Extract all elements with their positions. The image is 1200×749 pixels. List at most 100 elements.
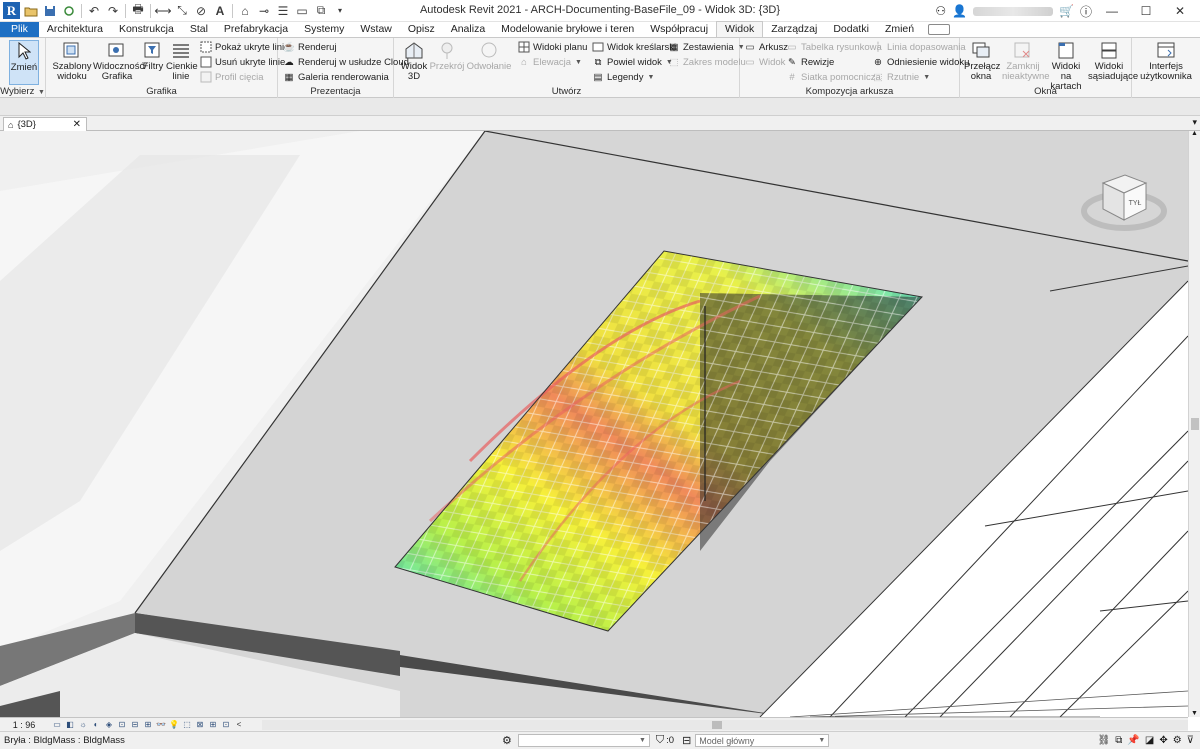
remove-hidden-lines-button[interactable]: Usuń ukryte linie	[200, 55, 285, 69]
crop-view-icon[interactable]: ⊡	[117, 720, 127, 730]
tab-opisz[interactable]: Opisz	[400, 22, 443, 37]
analytical-model-icon[interactable]: ⊠	[195, 720, 205, 730]
tab-stal[interactable]: Stal	[182, 22, 216, 37]
horizontal-scrollbar[interactable]	[262, 720, 1188, 730]
select-by-face-icon[interactable]: ◪	[1145, 735, 1154, 746]
duplicate-view-button[interactable]: ⧉ Powiel widok ▼	[592, 55, 673, 69]
tab-dodatki[interactable]: Dodatki	[825, 22, 877, 37]
thin-lines-icon[interactable]: ☰	[275, 3, 291, 19]
legends-button[interactable]: ▤ Legendy ▼	[592, 70, 655, 84]
show-hidden-lines-button[interactable]: Pokaż ukryte linie	[200, 40, 289, 54]
print-icon[interactable]: 🖶	[130, 2, 146, 19]
schedules-button[interactable]: ▦ Zestawienia ▼	[668, 40, 745, 54]
tab-modelowanie[interactable]: Modelowanie bryłowe i teren	[493, 22, 642, 37]
horizontal-scroll-thumb[interactable]	[712, 721, 722, 729]
select-links-icon[interactable]: ⛓	[1098, 735, 1111, 746]
user-interface-button[interactable]: Interfejs użytkownika	[1136, 40, 1196, 82]
worksets-icon[interactable]: ⚙	[502, 734, 512, 747]
elevation-button[interactable]: ⌂ Elewacja ▼	[518, 55, 582, 69]
modify-button[interactable]: Zmień	[9, 40, 39, 85]
maximize-button[interactable]: ☐	[1132, 0, 1160, 22]
render-button[interactable]: ☕ Renderuj	[283, 40, 336, 54]
reveal-constraints-icon[interactable]: ⊡	[221, 720, 231, 730]
close-hidden-icon[interactable]: ▭	[294, 3, 310, 19]
background-processes-icon[interactable]: ⚙	[1173, 735, 1182, 746]
tab-analiza[interactable]: Analiza	[443, 22, 493, 37]
binoculars-icon[interactable]: ⚇	[935, 4, 946, 18]
view-tab-3d[interactable]: ⌂ {3D} ✕	[3, 117, 87, 131]
panel-title-select[interactable]: Wybierz ▼	[0, 86, 45, 98]
scroll-up-icon[interactable]: ▲	[1191, 130, 1198, 137]
scroll-left-icon[interactable]: <	[234, 720, 244, 730]
vertical-scrollbar[interactable]: ▲ ▼	[1188, 130, 1200, 717]
ribbon-minimize-toggle-icon[interactable]	[928, 24, 951, 35]
dimension-icon[interactable]: ⤡	[174, 3, 190, 19]
worksharing-icon[interactable]: ⬚	[182, 720, 192, 730]
rendering-icon[interactable]: ◈	[104, 720, 114, 730]
3d-view-icon[interactable]: ⌂	[237, 3, 253, 19]
3d-view-button[interactable]: Widok 3D	[400, 40, 428, 82]
detail-level-icon[interactable]: ▭	[52, 720, 62, 730]
sun-path-icon[interactable]: ☼	[78, 720, 88, 730]
tab-zarzadzaj[interactable]: Zarządzaj	[763, 22, 825, 37]
crop-region-icon[interactable]: ⊟	[130, 720, 140, 730]
visual-style-icon[interactable]: ◧	[65, 720, 75, 730]
tab-konstrukcja[interactable]: Konstrukcja	[111, 22, 182, 37]
switch-windows-button[interactable]: Przełącz okna	[964, 40, 1000, 82]
render-cloud-button[interactable]: ☁ Renderuj w usłudze Cloud	[283, 55, 409, 69]
qat-customize-icon[interactable]: ▾	[332, 3, 348, 19]
text-icon[interactable]: A	[212, 3, 228, 19]
cut-profile-button[interactable]: Profil cięcia	[200, 70, 264, 84]
design-option-dropdown[interactable]: Model główny ▼	[695, 734, 830, 747]
matchline-button[interactable]: ┆ Linia dopasowania	[872, 40, 966, 54]
close-icon[interactable]: ✕	[73, 119, 81, 130]
sheet-button[interactable]: ▭ Arkusz	[744, 40, 789, 54]
revisions-button[interactable]: ✎ Rewizje	[786, 55, 834, 69]
reveal-hidden-icon[interactable]: 💡	[169, 720, 179, 730]
tab-plik[interactable]: Plik	[0, 22, 39, 37]
select-underlay-icon[interactable]: ⧉	[1115, 735, 1122, 746]
redo-icon[interactable]: ↷	[105, 3, 121, 19]
tab-systemy[interactable]: Systemy	[296, 22, 352, 37]
scroll-down-icon[interactable]: ▼	[1191, 710, 1198, 717]
render-gallery-button[interactable]: ▦ Galeria renderowania	[283, 70, 389, 84]
tile-views-button[interactable]: Widoki sąsiadujące	[1088, 40, 1138, 82]
user-icon[interactable]: 👤	[952, 4, 967, 18]
section-button[interactable]: Przekrój	[430, 40, 464, 72]
place-view-button[interactable]: ▭ Widok	[744, 55, 786, 69]
save-icon[interactable]	[42, 3, 58, 19]
drag-elements-icon[interactable]: ✥	[1159, 735, 1167, 746]
close-button[interactable]: ✕	[1166, 0, 1194, 22]
thin-lines-button[interactable]: Cienkie linie	[166, 40, 198, 82]
sync-icon[interactable]	[61, 3, 77, 19]
shadows-icon[interactable]: ◐	[91, 720, 101, 730]
editable-only-icon[interactable]: ⛉	[656, 734, 664, 747]
lock-3d-icon[interactable]: ⊞	[143, 720, 153, 730]
minimize-button[interactable]: —	[1098, 0, 1126, 22]
tab-views-button[interactable]: Widoki na kartach	[1046, 40, 1086, 92]
cart-icon[interactable]: 🛒	[1059, 4, 1074, 18]
tab-prefabrykacja[interactable]: Prefabrykacja	[216, 22, 296, 37]
drafting-view-button[interactable]: Widok kreślarski	[592, 40, 676, 54]
close-inactive-button[interactable]: Zamknij nieaktywne	[1002, 40, 1050, 82]
filter-icon[interactable]: ⊽	[1187, 735, 1194, 746]
select-pinned-icon[interactable]: 📌	[1127, 735, 1139, 746]
plan-views-button[interactable]: Widoki planu▼	[518, 40, 598, 54]
view-reference-button[interactable]: ⊕ Odniesienie widoku	[872, 55, 969, 69]
tab-architektura[interactable]: Architektura	[39, 22, 111, 37]
section-icon[interactable]: ⊸	[256, 3, 272, 19]
switch-windows-icon[interactable]: ⧉	[313, 3, 329, 19]
tab-zmien[interactable]: Zmień	[877, 22, 922, 37]
user-name-blurred[interactable]	[973, 6, 1054, 16]
view-templates-button[interactable]: Szablony widoku	[52, 40, 92, 82]
scope-box-button[interactable]: ⬚ Zakres modelu	[668, 55, 746, 69]
temp-hide-icon[interactable]: 👓	[156, 720, 166, 730]
measure-icon[interactable]: ⟷	[154, 3, 171, 19]
undo-icon[interactable]: ↶	[86, 3, 102, 19]
3d-view-canvas[interactable]: TYŁ	[0, 131, 1188, 717]
open-icon[interactable]	[23, 3, 39, 19]
callout-button[interactable]: Odwołanie	[467, 40, 511, 72]
visibility-graphics-button[interactable]: Widoczność/ Grafika	[93, 40, 147, 82]
tab-wspolpracuj[interactable]: Współpracuj	[642, 22, 716, 37]
tab-wstaw[interactable]: Wstaw	[352, 22, 400, 37]
